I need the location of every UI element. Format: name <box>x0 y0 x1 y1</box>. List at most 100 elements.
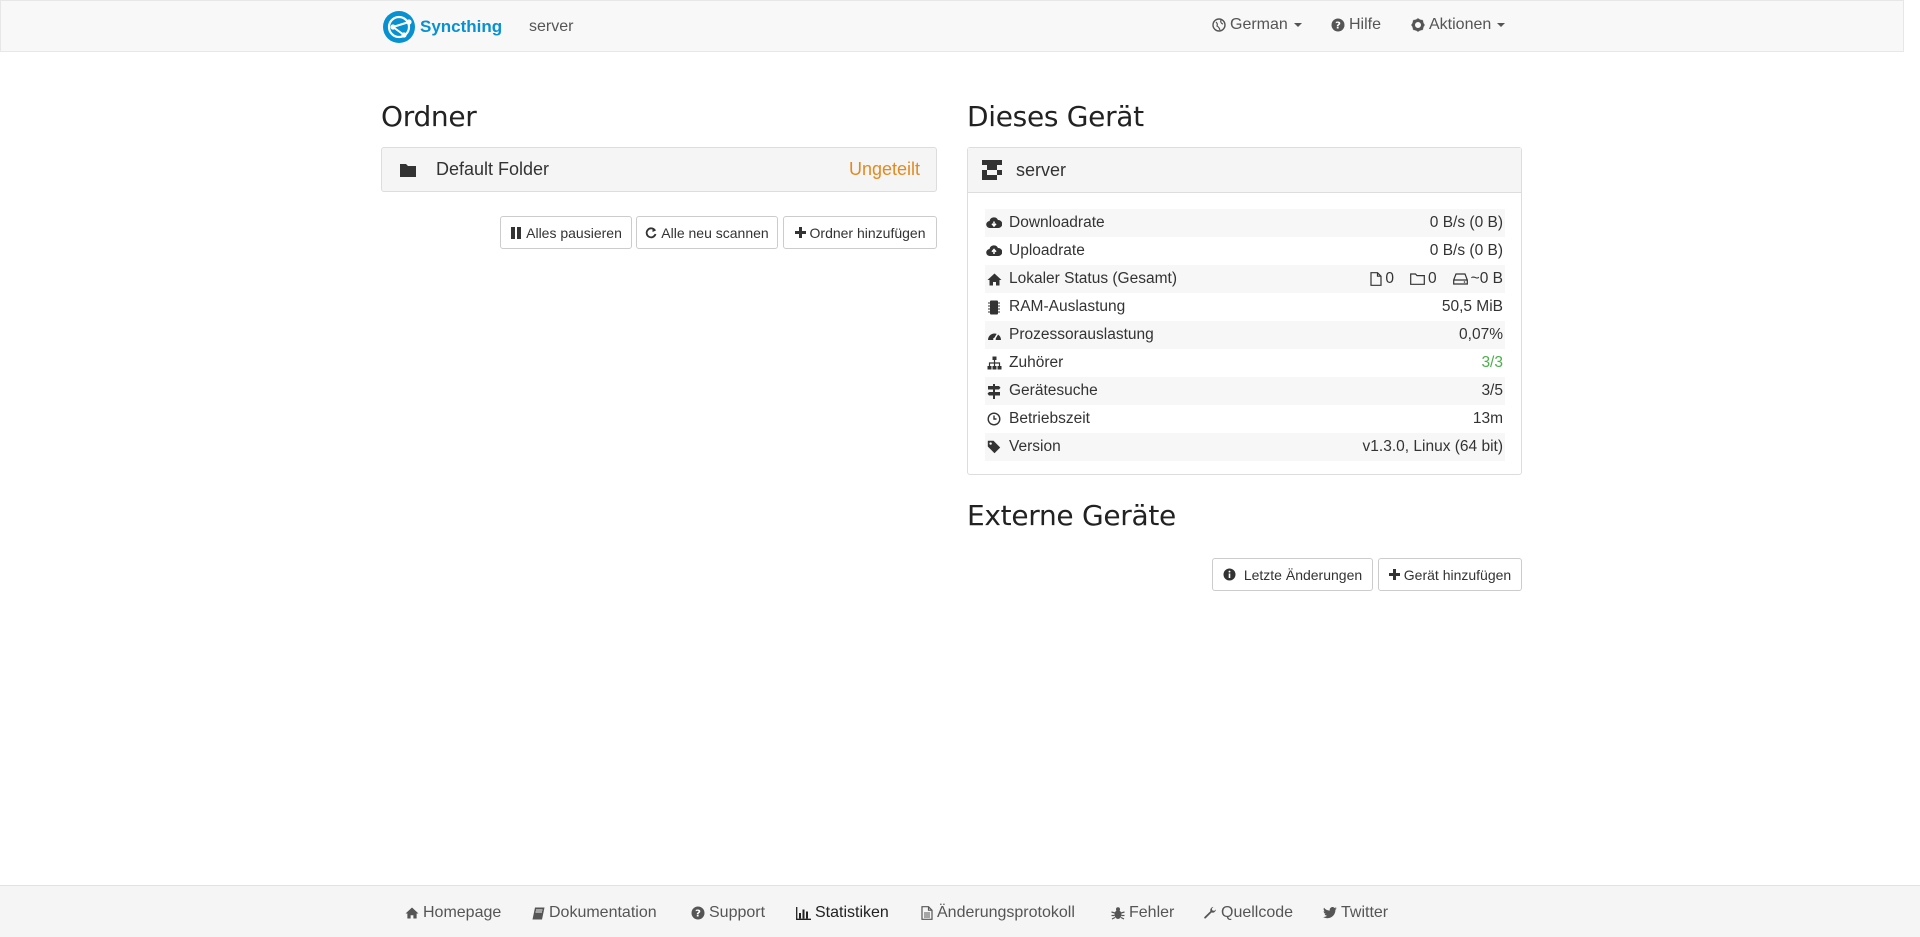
upload-rate-label: Uploadrate <box>1009 242 1085 259</box>
version-label: Version <box>1009 438 1061 455</box>
uptime-label: Betriebszeit <box>1009 410 1090 427</box>
recent-changes-button[interactable]: Letzte Änderungen <box>1212 558 1373 591</box>
folder-icon <box>400 163 416 177</box>
footer-docs-label: Dokumentation <box>549 904 657 921</box>
row-listeners: Zuhörer 3/3 <box>985 349 1505 377</box>
local-size-value: ~0 B <box>1470 270 1503 287</box>
footer-link-twitter[interactable]: Twitter <box>1323 904 1388 922</box>
file-text-icon <box>921 906 933 920</box>
this-device-header[interactable]: server <box>968 148 1521 193</box>
ram-usage-value: 50,5 MiB <box>1441 298 1503 315</box>
footer-link-changelog[interactable]: Änderungsprotokoll <box>921 904 1075 922</box>
row-uptime: Betriebszeit 13m <box>985 405 1505 433</box>
row-upload-rate: Uploadrate 0 B/s (0 B) <box>985 237 1505 265</box>
footer-link-source[interactable]: Quellcode <box>1203 904 1293 922</box>
download-rate-value: 0 B/s (0 B) <box>1429 214 1503 231</box>
add-device-button[interactable]: Gerät hinzufügen <box>1378 558 1522 591</box>
bar-chart-icon <box>796 906 811 920</box>
wrench-icon <box>1204 906 1216 919</box>
footer-link-homepage[interactable]: Homepage <box>405 904 501 922</box>
pause-all-button[interactable]: Alles pausieren <box>500 216 632 249</box>
gear-icon <box>1411 18 1425 32</box>
ram-usage-label: RAM-Auslastung <box>1009 298 1126 315</box>
row-cpu-usage: Prozessorauslastung 0,07% <box>985 321 1505 349</box>
folder-name: Default Folder <box>436 159 550 179</box>
version-value: v1.3.0, Linux (64 bit) <box>1362 438 1503 455</box>
this-device-name: server <box>1016 159 1067 180</box>
footer-link-statistics[interactable]: Statistiken <box>796 904 889 922</box>
svg-text:?: ? <box>1335 21 1341 32</box>
footer-bugs-label: Fehler <box>1129 904 1175 921</box>
footer-changelog-label: Änderungsprotokoll <box>937 904 1075 921</box>
row-download-rate: Downloadrate 0 B/s (0 B) <box>985 209 1505 237</box>
device-stats-table: Downloadrate 0 B/s (0 B) Uploadrate 0 B/… <box>985 209 1505 461</box>
home-icon <box>987 273 1001 285</box>
footer-link-docs[interactable]: Dokumentation <box>532 904 657 922</box>
brand-name: Syncthing <box>420 16 503 36</box>
recent-changes-label: Letzte Änderungen <box>1243 566 1363 583</box>
this-device-title: Dieses Gerät <box>967 100 1144 133</box>
language-menu[interactable]: German <box>1212 16 1302 34</box>
footer-support-label: Support <box>709 904 766 921</box>
help-link[interactable]: ? Hilfe <box>1331 16 1381 34</box>
cloud-download-icon <box>986 217 1002 229</box>
folders-title: Ordner <box>381 100 477 133</box>
cloud-upload-icon <box>986 245 1002 257</box>
this-device-panel: server Downloadrate 0 B/s (0 B) Uploadra… <box>967 147 1522 475</box>
refresh-icon <box>646 226 657 238</box>
download-rate-label: Downloadrate <box>1009 214 1105 231</box>
footer-homepage-label: Homepage <box>423 904 502 921</box>
pause-all-label: Alles pausieren <box>526 224 622 241</box>
chevron-down-icon <box>1293 23 1302 27</box>
discovery-label: Gerätesuche <box>1009 382 1098 399</box>
uptime-value: 13m <box>1472 410 1503 427</box>
tag-icon <box>987 440 1001 454</box>
footer-statistics-label: Statistiken <box>815 904 889 921</box>
listeners-value[interactable]: 3/3 <box>1481 354 1503 372</box>
device-identicon-icon <box>982 160 1002 180</box>
add-folder-button[interactable]: Ordner hinzufügen <box>783 216 937 249</box>
footer-bar: Homepage Dokumentation ? Support Statist… <box>0 885 1920 937</box>
tachometer-icon <box>987 333 1001 340</box>
upload-rate-value: 0 B/s (0 B) <box>1429 242 1503 259</box>
signpost-icon <box>987 383 1001 399</box>
row-local-state: Lokaler Status (Gesamt) 0 0 ~0 B <box>985 265 1505 293</box>
cpu-usage-label: Prozessorauslastung <box>1009 326 1154 343</box>
bug-icon <box>1111 907 1125 920</box>
pause-icon <box>511 226 522 239</box>
cpu-usage-value: 0,07% <box>1459 326 1503 343</box>
clock-icon <box>987 412 1001 426</box>
listeners-label: Zuhörer <box>1009 354 1064 371</box>
row-ram-usage: RAM-Auslastung 50,5 MiB <box>985 293 1505 321</box>
row-version: Version v1.3.0, Linux (64 bit) <box>985 433 1505 461</box>
add-folder-label: Ordner hinzufügen <box>809 224 926 241</box>
help-label: Hilfe <box>1349 16 1382 33</box>
file-icon <box>1370 272 1383 286</box>
actions-menu[interactable]: Aktionen <box>1411 16 1506 34</box>
globe-icon <box>1212 18 1226 32</box>
host-name: server <box>529 18 574 35</box>
syncthing-logo-icon <box>383 10 415 43</box>
sitemap-icon <box>987 356 1001 370</box>
brand-link[interactable]: Syncthing <box>382 9 502 44</box>
book-icon <box>532 907 545 919</box>
footer-twitter-label: Twitter <box>1341 904 1389 921</box>
question-circle-icon: ? <box>1331 18 1345 32</box>
row-discovery: Gerätesuche 3/5 <box>985 377 1505 405</box>
folder-status: Ungeteilt <box>848 159 920 179</box>
footer-link-bugs[interactable]: Fehler <box>1111 904 1174 922</box>
discovery-value[interactable]: 3/5 <box>1481 382 1503 400</box>
twitter-icon <box>1323 907 1337 919</box>
rescan-all-label: Alle neu scannen <box>661 224 769 241</box>
svg-text:?: ? <box>695 909 701 920</box>
info-circle-icon <box>1223 568 1236 581</box>
language-label: German <box>1230 16 1288 33</box>
rescan-all-button[interactable]: Alle neu scannen <box>636 216 778 249</box>
add-device-label: Gerät hinzufügen <box>1403 566 1512 583</box>
local-files-count: 0 <box>1385 270 1395 287</box>
hdd-icon <box>1452 273 1468 285</box>
folder-panel-default[interactable]: Default Folder Ungeteilt <box>381 147 937 192</box>
footer-source-label: Quellcode <box>1221 904 1294 921</box>
chevron-down-icon <box>1497 23 1506 27</box>
footer-link-support[interactable]: ? Support <box>691 904 765 922</box>
